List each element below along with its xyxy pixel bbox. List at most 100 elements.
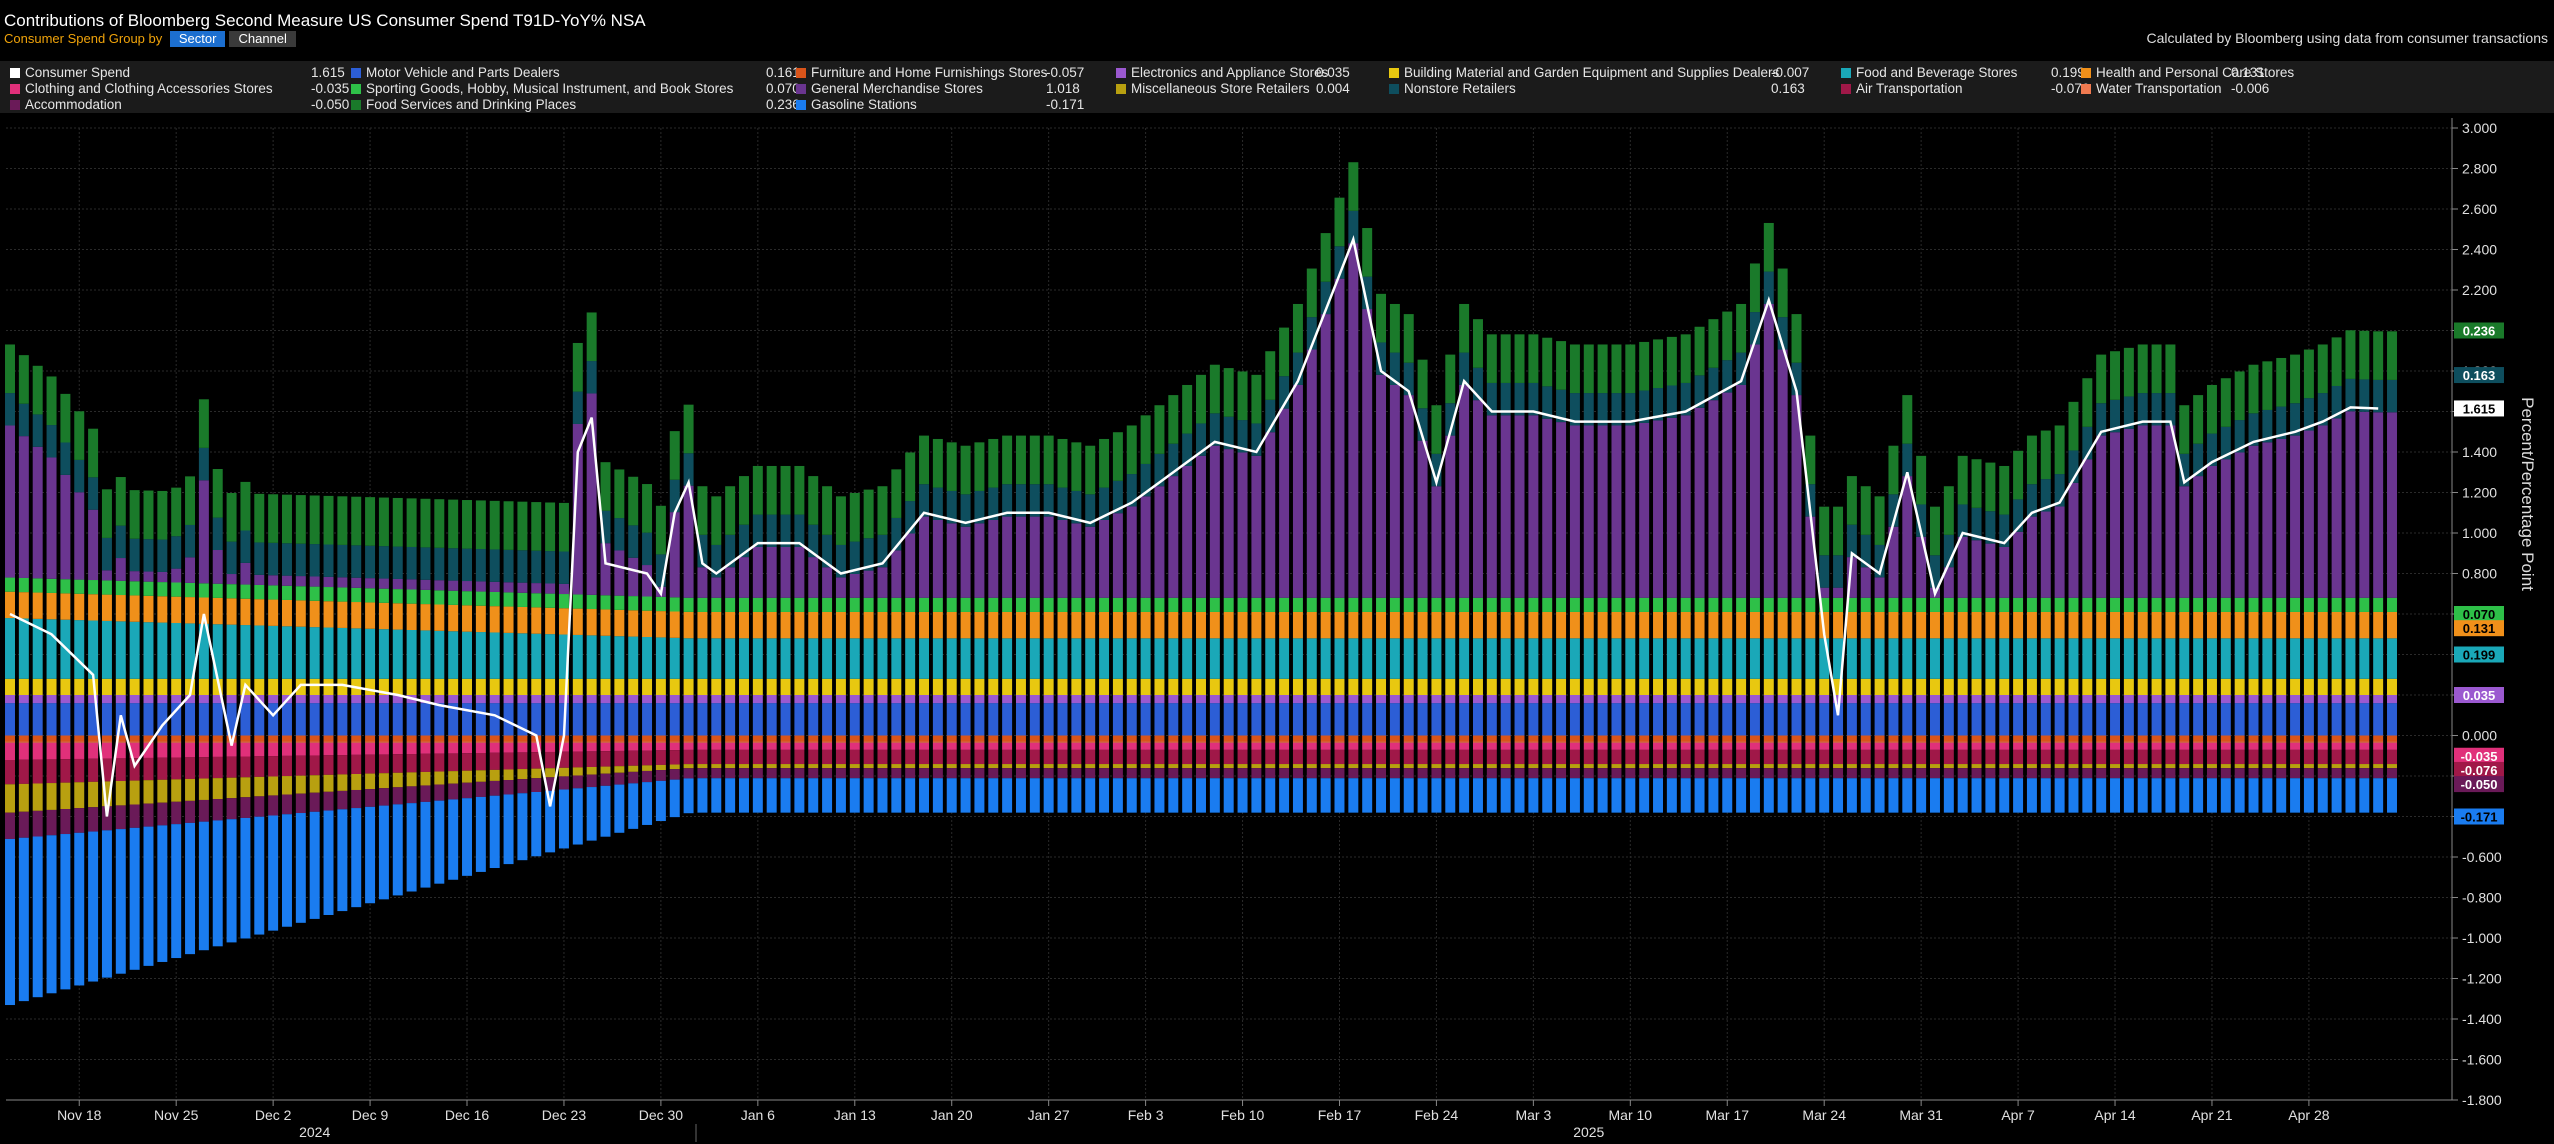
- bar-segment: [18, 811, 29, 838]
- bar-segment: [1542, 778, 1553, 813]
- bar-segment: [2220, 749, 2231, 765]
- legend-item[interactable]: Gasoline Stations -0.171: [796, 97, 1084, 113]
- bar-segment: [1888, 597, 1899, 612]
- legend-item[interactable]: Furniture and Home Furnishings Stores -0.…: [796, 65, 1084, 81]
- x-tick-label: Jan 20: [931, 1107, 973, 1123]
- legend-item[interactable]: Building Material and Garden Equipment a…: [1389, 65, 1809, 81]
- bar-segment: [586, 312, 597, 362]
- legend-item[interactable]: General Merchandise Stores 1.018: [796, 81, 1080, 97]
- bar-segment: [462, 735, 472, 742]
- bar-segment: [1265, 735, 1276, 742]
- bar-segment: [531, 583, 542, 594]
- bar-segment: [1639, 611, 1650, 639]
- legend-item[interactable]: Clothing and Clothing Accessories Stores…: [10, 81, 349, 97]
- bar-segment: [2110, 638, 2121, 679]
- group-by-sector-button[interactable]: Sector: [169, 31, 226, 47]
- bar-segment: [1362, 742, 1373, 750]
- bar-segment: [766, 678, 777, 695]
- bar-segment: [1057, 519, 1068, 598]
- bar-segment: [2220, 678, 2231, 695]
- bar-segment: [1763, 741, 1774, 743]
- group-by-channel-button[interactable]: Channel: [229, 31, 296, 47]
- bar-segment: [240, 562, 251, 585]
- legend-item[interactable]: Electronics and Appliance Stores 0.035: [1116, 65, 1350, 81]
- bar-segment: [2054, 749, 2065, 765]
- bar-segment: [752, 678, 763, 695]
- bar-segment: [1957, 695, 1968, 704]
- legend-item[interactable]: Nonstore Retailers 0.163: [1389, 81, 1805, 97]
- bar-segment: [558, 608, 569, 635]
- bar-segment: [1085, 778, 1096, 813]
- bar-segment: [2165, 749, 2176, 765]
- bar-segment: [1085, 611, 1096, 639]
- bar-segment: [1874, 597, 1885, 612]
- bar-segment: [891, 778, 902, 813]
- bar-segment: [1999, 764, 2010, 769]
- legend-item[interactable]: Motor Vehicle and Parts Dealers 0.161: [351, 65, 800, 81]
- bar-segment: [1542, 742, 1553, 750]
- bar-segment: [600, 751, 611, 767]
- bar-segment: [2110, 703, 2121, 736]
- bar-segment: [669, 742, 680, 751]
- bar-segment: [1957, 735, 1968, 742]
- bar-segment: [1306, 735, 1317, 742]
- bar-segment: [1791, 695, 1802, 704]
- bar-segment: [1237, 611, 1248, 639]
- bar-segment: [1791, 638, 1802, 679]
- bar-segment: [185, 757, 196, 779]
- bar-segment: [1999, 638, 2010, 679]
- legend-item[interactable]: Food Services and Drinking Places 0.236: [351, 97, 800, 113]
- bar-segment: [240, 735, 251, 742]
- bar-segment: [2303, 703, 2314, 736]
- bar-segment: [2165, 768, 2176, 779]
- bar-segment: [600, 595, 611, 610]
- legend-item[interactable]: Health and Personal Care Stores 0.131: [2081, 65, 2294, 81]
- bar-segment: [281, 494, 292, 544]
- bar-segment: [1334, 749, 1345, 765]
- bar-segment: [877, 741, 888, 743]
- bar-segment: [1639, 764, 1650, 769]
- bar-segment: [1472, 400, 1483, 598]
- legend-item-name: Consumer Spend: [25, 65, 131, 80]
- legend-item[interactable]: Food and Beverage Stores 0.199: [1841, 65, 2085, 81]
- bar-segment: [489, 752, 500, 770]
- bar-segment: [1722, 749, 1733, 765]
- bar-segment: [1666, 336, 1677, 386]
- legend-item[interactable]: Air Transportation -0.076: [1841, 81, 2089, 97]
- legend-item[interactable]: Miscellaneous Store Retailers 0.004: [1116, 81, 1350, 97]
- bar-segment: [1209, 742, 1220, 750]
- bar-segment: [1015, 703, 1026, 736]
- legend-item[interactable]: Accommodation -0.050: [10, 97, 349, 113]
- legend-item[interactable]: Consumer Spend 1.615: [10, 65, 345, 81]
- bar-segment: [1528, 638, 1539, 679]
- bar-segment: [1431, 695, 1442, 704]
- bar-segment: [517, 769, 528, 780]
- bar-segment: [1389, 695, 1400, 704]
- bar-segment: [1043, 764, 1054, 769]
- bar-segment: [1209, 735, 1220, 742]
- bar-segment: [711, 638, 722, 679]
- bar-segment: [1930, 749, 1940, 765]
- bar-segment: [545, 551, 556, 584]
- bar-segment: [2026, 703, 2037, 736]
- bar-segment: [1874, 764, 1885, 769]
- bar-segment: [1888, 611, 1899, 639]
- x-tick-label: Feb 24: [1415, 1107, 1459, 1123]
- bar-segment: [835, 611, 846, 639]
- bar-segment: [1819, 778, 1830, 813]
- bar-segment: [2193, 597, 2204, 612]
- bar-segment: [2262, 442, 2273, 598]
- bar-segment: [60, 678, 71, 695]
- bar-segment: [1043, 435, 1054, 485]
- bar-segment: [1542, 337, 1553, 387]
- legend-item[interactable]: Water Transportation -0.006: [2081, 81, 2269, 97]
- bar-segment: [1777, 764, 1788, 769]
- bar-segment: [517, 779, 528, 794]
- bar-segment: [932, 638, 943, 679]
- legend-item[interactable]: Sporting Goods, Hobby, Musical Instrumen…: [351, 81, 800, 97]
- bar-segment: [1292, 735, 1303, 742]
- bar-segment: [1653, 741, 1663, 743]
- bar-segment: [448, 799, 459, 880]
- bar-segment: [946, 703, 957, 736]
- bar-segment: [2026, 741, 2037, 743]
